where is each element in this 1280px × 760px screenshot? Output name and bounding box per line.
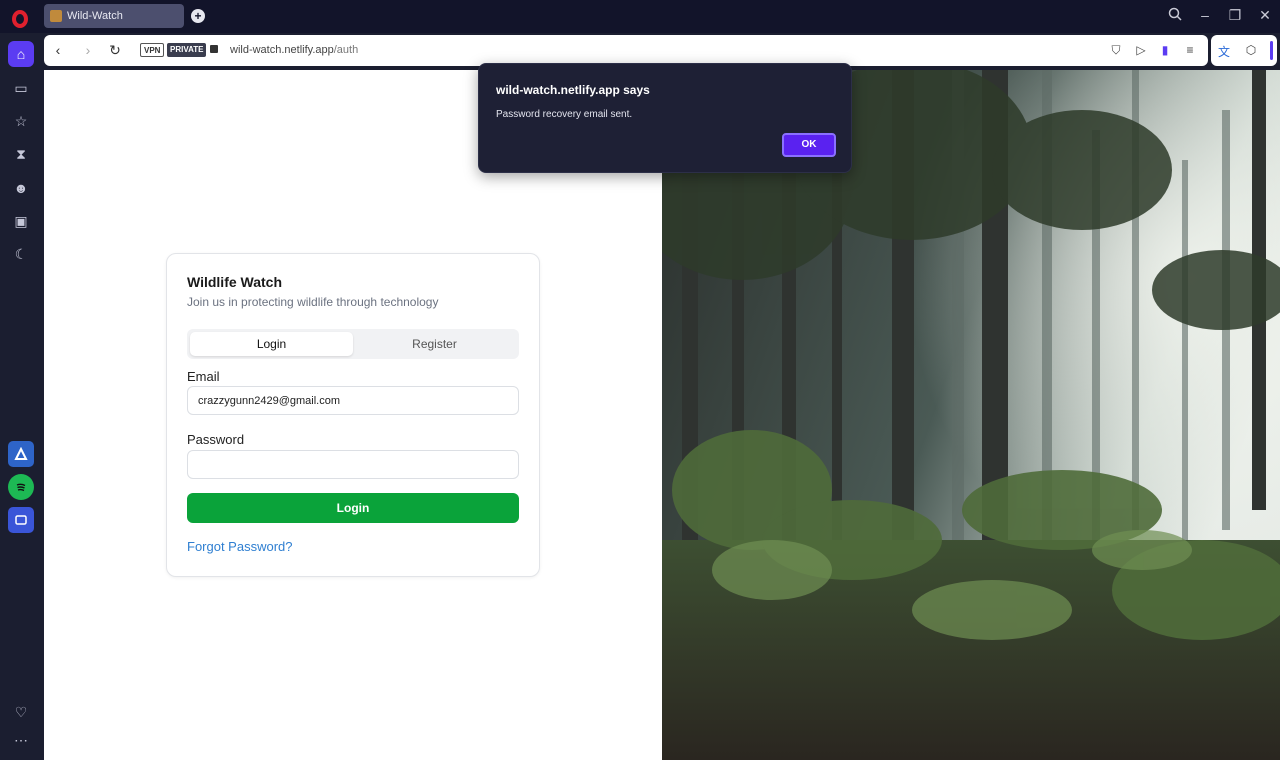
- more-options-icon[interactable]: ⋯: [8, 727, 34, 753]
- dialog-ok-button[interactable]: OK: [782, 133, 836, 157]
- pinboard-icon[interactable]: ☆: [8, 108, 34, 134]
- briefcase-icon[interactable]: ▣: [8, 208, 34, 234]
- vpn-badge[interactable]: VPN: [140, 43, 165, 57]
- wallet-icon[interactable]: [8, 507, 34, 533]
- moon-icon[interactable]: ☾: [8, 241, 34, 267]
- url-path: /auth: [333, 44, 359, 56]
- forgot-password-link[interactable]: Forgot Password?: [187, 539, 293, 554]
- tab-register[interactable]: Register: [353, 332, 516, 356]
- easy-setup-menu-icon[interactable]: ≡: [1183, 43, 1197, 57]
- battery-saver-icon[interactable]: ▮: [1158, 43, 1172, 57]
- page-viewport: Wildlife Watch Join us in protecting wil…: [44, 70, 1280, 760]
- translate-icon[interactable]: 文: [1217, 43, 1231, 60]
- tab-strip: Wild-Watch + – ❐ ✕: [0, 0, 1280, 33]
- aria-app-icon[interactable]: [8, 441, 34, 467]
- bookmarks-book-icon[interactable]: ▭: [8, 75, 34, 101]
- close-icon[interactable]: ✕: [1255, 7, 1275, 24]
- extensions-cube-icon[interactable]: ⬡: [1244, 43, 1258, 57]
- url-field[interactable]: wild-watch.netlify.app/auth: [230, 44, 358, 56]
- lock-icon[interactable]: [210, 45, 218, 53]
- card-subtitle: Join us in protecting wildlife through t…: [187, 295, 439, 309]
- heart-icon[interactable]: ♡: [8, 699, 34, 725]
- history-hourglass-icon[interactable]: ⧗: [8, 141, 34, 167]
- browser-tab[interactable]: Wild-Watch: [44, 4, 184, 28]
- private-badge: PRIVATE: [167, 43, 207, 57]
- login-button[interactable]: Login: [187, 493, 519, 523]
- dialog-title: wild-watch.netlify.app says: [496, 83, 650, 97]
- extensions-panel: 文 ⬡: [1211, 35, 1277, 66]
- sidebar-accent-bar: [1270, 41, 1273, 60]
- forest-image: [662, 70, 1280, 760]
- email-field[interactable]: crazzygunn2429@gmail.com: [187, 386, 519, 415]
- auth-tabs: Login Register: [187, 329, 519, 359]
- email-label: Email: [187, 369, 220, 384]
- back-icon[interactable]: ‹: [50, 42, 66, 58]
- gx-skull-icon[interactable]: ☻: [8, 175, 34, 201]
- spotify-icon[interactable]: [8, 474, 34, 500]
- address-bar: ‹ › ↻ VPN PRIVATE wild-watch.netlify.app…: [44, 35, 1208, 66]
- home-icon[interactable]: ⌂: [8, 41, 34, 67]
- auth-pane: Wildlife Watch Join us in protecting wil…: [44, 70, 662, 760]
- tab-title: Wild-Watch: [67, 10, 123, 22]
- url-host: wild-watch.netlify.app: [230, 44, 334, 56]
- dialog-message: Password recovery email sent.: [496, 109, 633, 120]
- reload-icon[interactable]: ↻: [107, 42, 123, 59]
- browser-sidebar: ⌂ ▭ ☆ ⧗ ☻ ▣ ☾ ♡ ⋯: [0, 33, 42, 760]
- adblock-shield-icon[interactable]: ⛉: [1109, 43, 1123, 58]
- forward-icon[interactable]: ›: [80, 42, 96, 58]
- password-label: Password: [187, 432, 245, 447]
- auth-card: Wildlife Watch Join us in protecting wil…: [166, 253, 540, 577]
- favicon-icon: [50, 10, 62, 22]
- new-tab-plus-icon[interactable]: +: [191, 9, 205, 23]
- password-field[interactable]: [187, 450, 519, 479]
- search-icon[interactable]: [1165, 7, 1185, 24]
- minimize-icon[interactable]: –: [1195, 7, 1215, 23]
- card-title: Wildlife Watch: [187, 274, 283, 290]
- restore-icon[interactable]: ❐: [1225, 7, 1245, 24]
- opera-logo-icon[interactable]: [12, 10, 28, 28]
- alert-dialog: wild-watch.netlify.app says Password rec…: [478, 63, 852, 173]
- send-flow-icon[interactable]: ▷: [1134, 43, 1148, 57]
- tab-login[interactable]: Login: [190, 332, 353, 356]
- forest-illustration: [662, 70, 1280, 760]
